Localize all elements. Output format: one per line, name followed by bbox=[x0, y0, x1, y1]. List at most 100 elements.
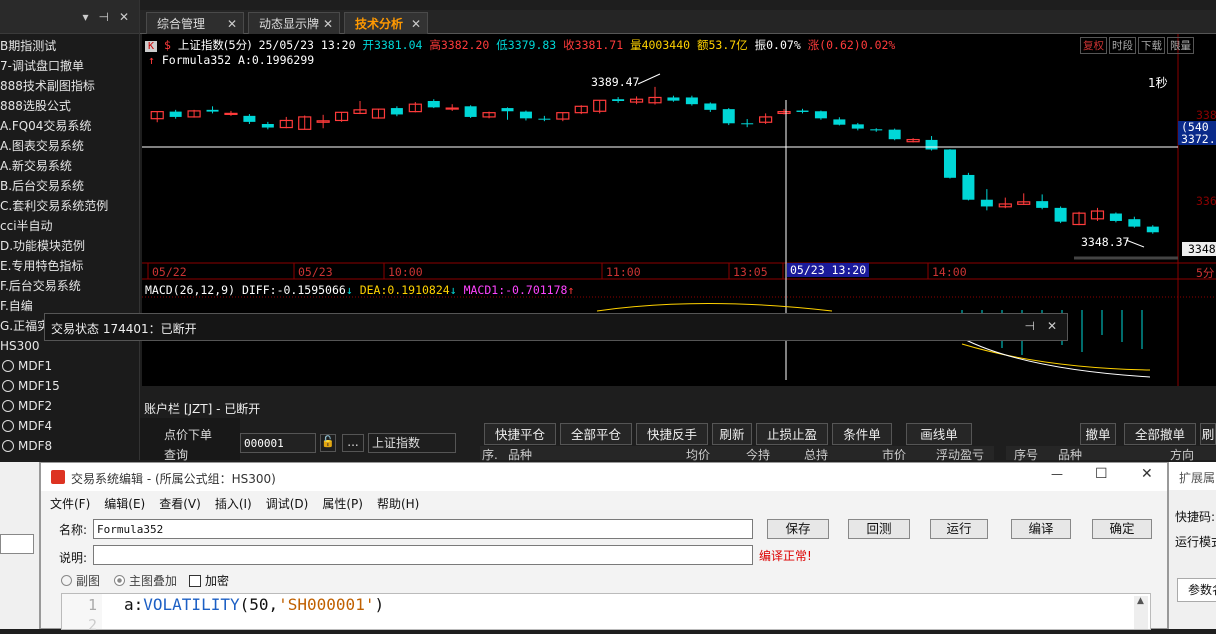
formula-group-item[interactable]: A.图表交易系统 bbox=[0, 136, 139, 156]
lock-icon[interactable]: 🔓 bbox=[320, 434, 336, 452]
formula-group-item[interactable]: A.FQ04交易系统 bbox=[0, 116, 139, 136]
minimize-icon[interactable]: — bbox=[1051, 467, 1063, 481]
download-button[interactable]: 下载 bbox=[1138, 37, 1165, 54]
line-gutter: 1 2 bbox=[62, 594, 102, 634]
symbol-field[interactable]: 上证指数 bbox=[368, 433, 456, 453]
query-link[interactable]: 查询 bbox=[164, 446, 188, 463]
close-icon[interactable]: ✕ bbox=[323, 13, 333, 35]
scroll-up-icon[interactable]: ▲ bbox=[1137, 596, 1144, 606]
formula-line: ↑ Formula352 A:0.1996299 bbox=[148, 53, 314, 67]
pin-icon[interactable]: ⊣ bbox=[1025, 319, 1035, 333]
trade-status-text: 交易状态 174401：已断开 bbox=[51, 322, 197, 336]
radio-sub-label[interactable]: 副图 bbox=[76, 572, 100, 589]
editor-menubar: 文件(F) 编辑(E) 查看(V) 插入(I) 调试(D) 属性(P) 帮助(H) bbox=[50, 495, 433, 512]
pin-icon[interactable]: ⊣ bbox=[98, 10, 108, 24]
formula-item[interactable]: MDF2 bbox=[0, 396, 139, 416]
menu-item[interactable]: 帮助(H) bbox=[377, 497, 419, 511]
confirm-button[interactable]: 确定 bbox=[1092, 519, 1152, 539]
formula-item[interactable]: MDF8 bbox=[0, 436, 139, 456]
backtest-button[interactable]: 回测 bbox=[848, 519, 910, 539]
tab-dynamic-board[interactable]: 动态显示牌 ✕ bbox=[248, 12, 340, 34]
menu-item[interactable]: 查看(V) bbox=[159, 497, 201, 511]
smiley-icon bbox=[2, 360, 14, 372]
formula-group-item[interactable]: 7-调试盘口撤单 bbox=[0, 56, 139, 76]
encrypt-checkbox[interactable] bbox=[189, 574, 202, 587]
description-field[interactable] bbox=[93, 545, 753, 565]
maximize-icon[interactable]: ☐ bbox=[1095, 466, 1108, 482]
conditional-order-button[interactable]: 条件单 bbox=[832, 423, 892, 445]
formula-group-item[interactable]: cci半自动 bbox=[0, 216, 139, 236]
formula-item-label: MDF1 bbox=[18, 359, 53, 373]
menu-item[interactable]: 属性(P) bbox=[322, 497, 363, 511]
candle-body-down bbox=[519, 111, 532, 119]
menu-item[interactable]: 文件(F) bbox=[50, 497, 90, 511]
candle-body-up bbox=[224, 112, 238, 115]
close-icon[interactable]: ✕ bbox=[119, 10, 129, 24]
macd-macd1: MACD1:-0.701178 bbox=[463, 283, 568, 297]
formula-group-item[interactable]: A.新交易系统 bbox=[0, 156, 139, 176]
account-title: 账户栏 [JZT] - 已断开 bbox=[144, 402, 261, 416]
quote-datetime: 25/05/23 13:20 bbox=[258, 38, 356, 52]
y-tick-3360: 3360 bbox=[1196, 194, 1216, 208]
col-header: 方向 bbox=[1170, 448, 1195, 462]
cancel-all-button[interactable]: 全部撤单 bbox=[1124, 423, 1196, 445]
menu-item[interactable]: 插入(I) bbox=[215, 497, 252, 511]
code-token: ) bbox=[374, 595, 385, 614]
menu-item[interactable]: 编辑(E) bbox=[104, 497, 145, 511]
tab-technical-analysis[interactable]: 技术分析 ✕ bbox=[344, 12, 428, 34]
tab-label: 综合管理 bbox=[157, 17, 206, 31]
close-icon[interactable]: ✕ bbox=[227, 13, 237, 35]
encrypt-label[interactable]: 加密 bbox=[205, 572, 229, 589]
refresh-button-2[interactable]: 刷 bbox=[1200, 423, 1216, 445]
formula-group-item[interactable]: B.后台交易系统 bbox=[0, 176, 139, 196]
save-button[interactable]: 保存 bbox=[767, 519, 829, 539]
browse-button[interactable]: ... bbox=[342, 434, 364, 452]
run-button[interactable]: 运行 bbox=[930, 519, 988, 539]
arrow-up-icon: ↑ bbox=[567, 283, 575, 297]
formula-item[interactable]: MDF1 bbox=[0, 356, 139, 376]
refresh-button[interactable]: 刷新 bbox=[712, 423, 752, 445]
radio-main-icon[interactable] bbox=[114, 575, 126, 586]
code-scrollbar[interactable]: ▲ bbox=[1134, 596, 1148, 629]
quick-close-button[interactable]: 快捷平仓 bbox=[484, 423, 556, 445]
formula-group-item[interactable]: 888技术副图指标 bbox=[0, 76, 139, 96]
macd-diff: DIFF:-0.1595066 bbox=[241, 283, 346, 297]
col-header: 品种 bbox=[1058, 448, 1083, 462]
formula-group-item[interactable]: F.后台交易系统 bbox=[0, 276, 139, 296]
code-token: (50, bbox=[239, 595, 279, 614]
formula-group-item[interactable]: C.套利交易系统范例 bbox=[0, 196, 139, 216]
menu-item[interactable]: 调试(D) bbox=[266, 497, 309, 511]
formula-group-item[interactable]: 888选股公式 bbox=[0, 96, 139, 116]
tab-general[interactable]: 综合管理 ✕ bbox=[146, 12, 244, 34]
stop-loss-button[interactable]: 止损止盈 bbox=[756, 423, 828, 445]
close-icon[interactable]: ✕ bbox=[1047, 319, 1057, 333]
close-icon[interactable]: ✕ bbox=[411, 13, 421, 35]
display-options: 副图 主图叠加 加密 bbox=[61, 572, 229, 589]
formula-group-item[interactable]: E.专用特色指标 bbox=[0, 256, 139, 276]
formula-name-field[interactable] bbox=[93, 519, 753, 539]
code-editor[interactable]: 1 2 a:VOLATILITY(50,'SH000001') ▲ bbox=[61, 593, 1151, 634]
trade-status-bar: 交易状态 174401：已断开 ⊣ ✕ bbox=[44, 313, 1068, 341]
formula-item[interactable]: MDF15 bbox=[0, 376, 139, 396]
compile-button[interactable]: 编译 bbox=[1011, 519, 1071, 539]
point-order-link[interactable]: 点价下单 bbox=[164, 426, 212, 443]
fuquan-button[interactable]: 复权 bbox=[1080, 37, 1107, 54]
radio-sub-icon[interactable] bbox=[61, 575, 72, 586]
account-number-field[interactable] bbox=[240, 433, 316, 453]
radio-main-label[interactable]: 主图叠加 bbox=[129, 572, 177, 589]
close-all-button[interactable]: 全部平仓 bbox=[560, 423, 632, 445]
cancel-order-button[interactable]: 撤单 bbox=[1080, 423, 1116, 445]
formula-item[interactable]: MDF4 bbox=[0, 416, 139, 436]
formula-group-item[interactable]: D.功能模块范例 bbox=[0, 236, 139, 256]
timeframe-button[interactable]: 时段 bbox=[1109, 37, 1136, 54]
close-icon[interactable]: ✕ bbox=[1141, 466, 1153, 482]
limit-button[interactable]: 限量 bbox=[1167, 37, 1194, 54]
formula-group-item[interactable]: B期指测试 bbox=[0, 36, 139, 56]
smiley-icon bbox=[2, 440, 14, 452]
dropdown-icon[interactable]: ▾ bbox=[82, 10, 88, 24]
candle-body-down bbox=[612, 99, 625, 101]
name-label: 名称: bbox=[59, 523, 88, 537]
quick-reverse-button[interactable]: 快捷反手 bbox=[636, 423, 708, 445]
code-line-1[interactable]: a:VOLATILITY(50,'SH000001') bbox=[124, 595, 384, 614]
line-order-button[interactable]: 画线单 bbox=[906, 423, 972, 445]
